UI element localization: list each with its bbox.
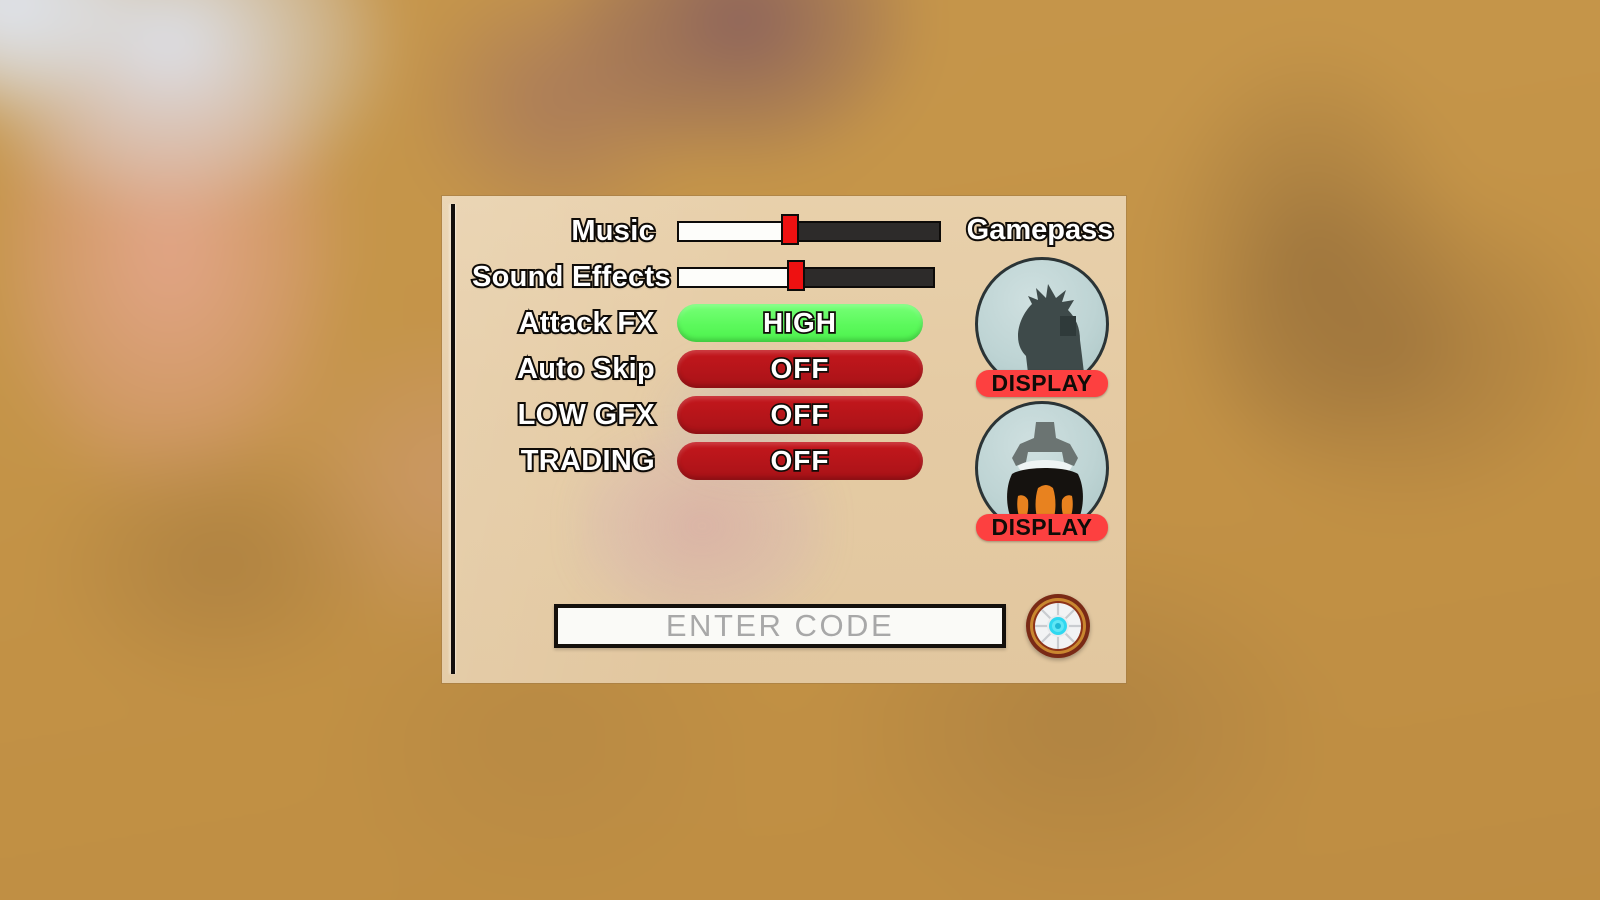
code-entry-row: ENTER CODE <box>554 594 1090 658</box>
setting-row-music: Music <box>472 208 982 254</box>
music-slider-track[interactable] <box>677 220 941 242</box>
music-slider[interactable] <box>677 214 941 245</box>
panel-left-divider <box>451 204 455 674</box>
gamepass-title: Gamepass <box>965 212 1116 248</box>
settings-list: Music Sound Effects Attack FX HIGH Auto … <box>470 208 982 484</box>
setting-row-attack-fx: Attack FX HIGH <box>472 300 982 346</box>
setting-label-attack-fx: Attack FX <box>517 305 657 341</box>
setting-label-auto-skip: Auto Skip <box>515 351 657 387</box>
setting-label-trading: TRADING <box>519 443 657 479</box>
gamepass-item-2[interactable]: DISPLAY <box>975 401 1109 541</box>
setting-label-sound-effects: Sound Effects <box>470 259 673 295</box>
music-slider-thumb[interactable] <box>781 214 799 245</box>
settings-panel: Music Sound Effects Attack FX HIGH Auto … <box>442 196 1126 683</box>
setting-row-trading: TRADING OFF <box>472 438 982 484</box>
sound-effects-slider-thumb[interactable] <box>787 260 805 291</box>
attack-fx-toggle[interactable]: HIGH <box>677 304 923 342</box>
gamepass-badge-2[interactable]: DISPLAY <box>976 514 1108 541</box>
setting-row-auto-skip: Auto Skip OFF <box>472 346 982 392</box>
gamepass-section: Gamepass DISPLAY DISPLAY <box>958 212 1126 541</box>
sound-effects-slider[interactable] <box>677 260 935 291</box>
gamepass-badge-1[interactable]: DISPLAY <box>976 370 1108 397</box>
setting-row-low-gfx: LOW GFX OFF <box>472 392 982 438</box>
trading-toggle[interactable]: OFF <box>677 442 923 480</box>
game-screen: Music Sound Effects Attack FX HIGH Auto … <box>0 0 1600 900</box>
code-input-placeholder: ENTER CODE <box>665 608 895 643</box>
code-input[interactable]: ENTER CODE <box>554 604 1006 648</box>
setting-label-low-gfx: LOW GFX <box>516 397 657 433</box>
low-gfx-toggle[interactable]: OFF <box>677 396 923 434</box>
sound-effects-slider-fill <box>679 268 789 286</box>
setting-label-music: Music <box>569 213 656 249</box>
gamepass-item-1[interactable]: DISPLAY <box>975 257 1109 397</box>
sound-effects-slider-track[interactable] <box>677 266 935 288</box>
setting-row-sound-effects: Sound Effects <box>470 254 982 300</box>
settings-wheel-icon[interactable] <box>1026 594 1090 658</box>
music-slider-fill <box>679 222 783 240</box>
auto-skip-toggle[interactable]: OFF <box>677 350 923 388</box>
